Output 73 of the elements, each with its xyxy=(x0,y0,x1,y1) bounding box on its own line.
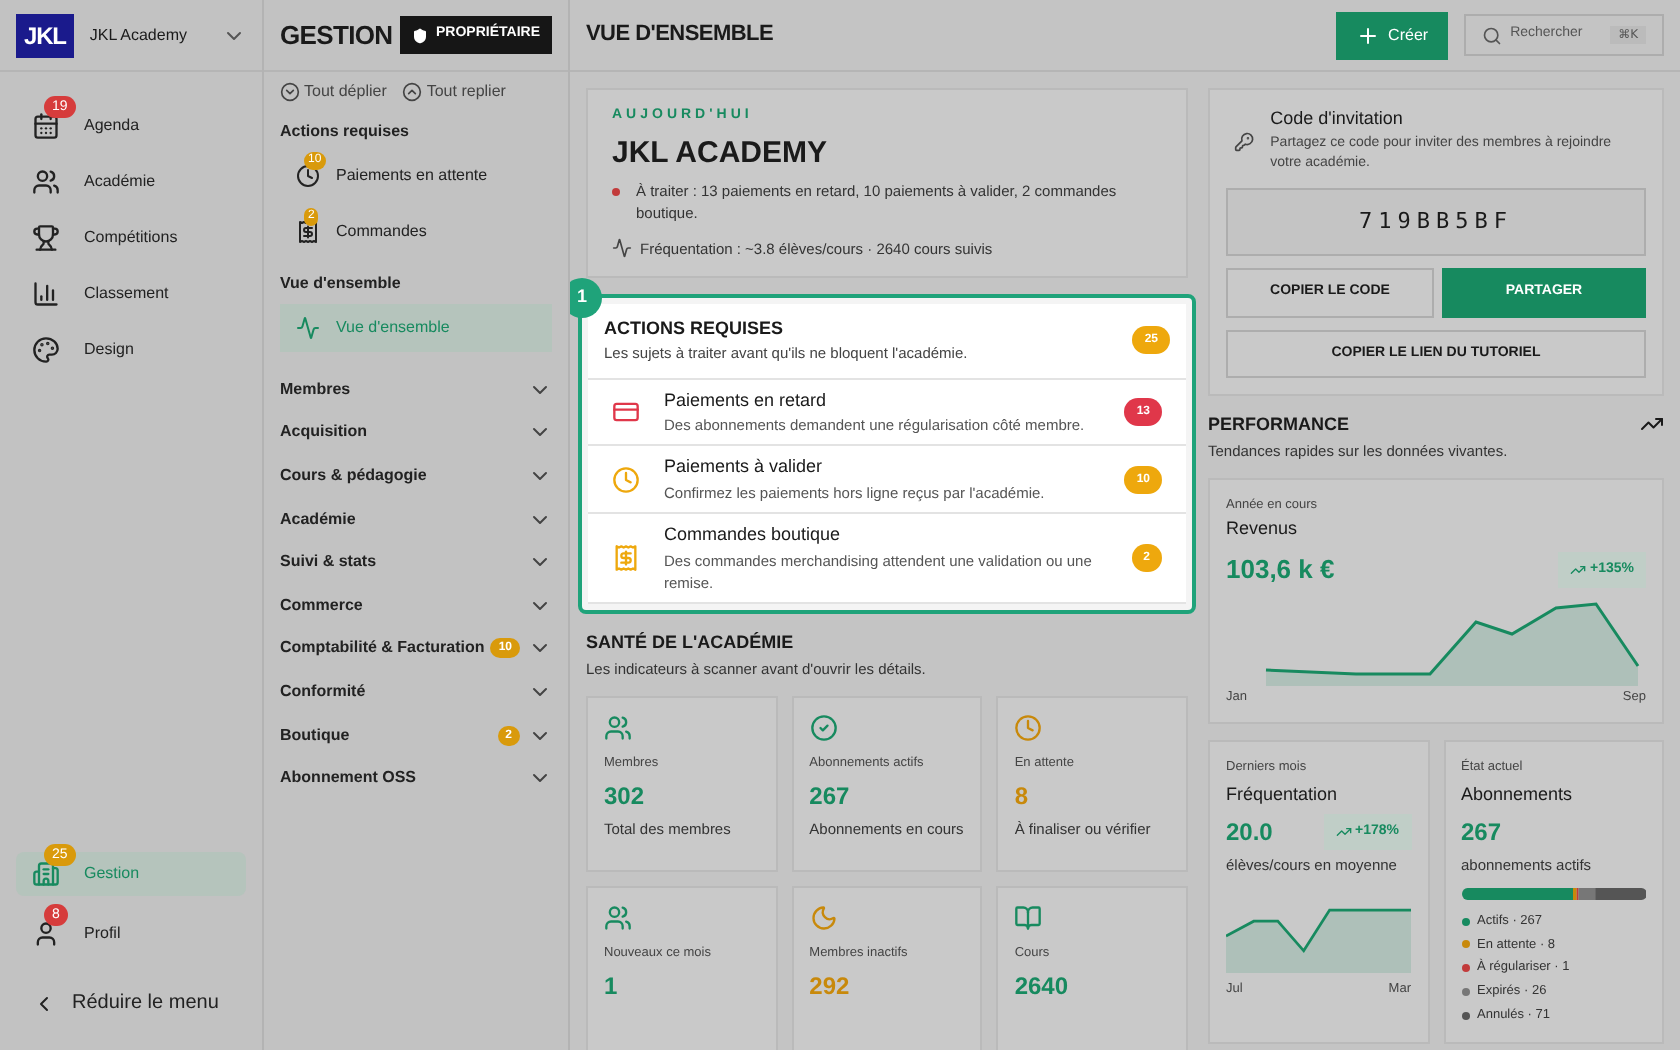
section-heading: SANTÉ DE L'ACADÉMIE xyxy=(586,630,796,656)
bar-chart-icon xyxy=(32,280,60,308)
trend-up-icon xyxy=(1570,561,1586,578)
credit-card-icon xyxy=(612,397,640,426)
stat-value: 1 xyxy=(604,971,620,999)
group-label: Actions requises xyxy=(280,120,411,144)
menu-group[interactable]: Cours & pédagogie xyxy=(280,454,552,498)
building-icon xyxy=(32,860,60,888)
menu-group[interactable]: Abonnement OSS xyxy=(280,756,552,800)
stat-value: 302 xyxy=(604,781,647,809)
pulse-icon xyxy=(296,316,320,340)
people-icon xyxy=(32,168,60,196)
menu-group[interactable]: Académie xyxy=(280,497,552,541)
nav-item[interactable]: Design xyxy=(16,328,246,372)
book-icon xyxy=(1014,903,1043,932)
chevron-circle-icon xyxy=(402,82,423,102)
clock-icon xyxy=(296,164,320,188)
action-title: Paiements en retard xyxy=(664,387,829,413)
pulse-icon xyxy=(612,238,632,259)
menu-group[interactable]: Suivi & stats xyxy=(280,540,552,584)
stat-value: 292 xyxy=(809,971,852,999)
search-icon xyxy=(1482,25,1503,45)
academy-title: JKL ACADEMY xyxy=(612,133,830,173)
section-heading: PERFORMANCE xyxy=(1208,412,1352,438)
expand-all-button[interactable]: Tout déplier xyxy=(280,80,387,104)
action-title: Commandes boutique xyxy=(664,522,843,548)
panel-title: ACTIONS REQUISES xyxy=(604,315,786,342)
moon-icon xyxy=(809,903,838,932)
card-title: Fréquentation xyxy=(1226,782,1340,808)
academy-name[interactable]: JKL Academy xyxy=(89,23,206,47)
check-circle-icon xyxy=(809,713,838,742)
trophy-icon xyxy=(32,224,60,252)
revenue-value: 103,6 k € xyxy=(1226,552,1335,588)
step-badge: 1 xyxy=(570,277,602,318)
academy-logo: JKL xyxy=(16,13,74,57)
attendance-value: 20.0 xyxy=(1226,815,1273,850)
menu-group[interactable]: Acquisition xyxy=(280,411,552,455)
nav-item[interactable]: Compétitions xyxy=(16,216,246,260)
nav-item[interactable]: Académie xyxy=(16,160,246,204)
create-button[interactable]: Créer xyxy=(1336,11,1449,59)
menu-group[interactable]: Commerce xyxy=(280,583,552,628)
trend-icon xyxy=(1640,412,1664,436)
action-title: Paiements à valider xyxy=(664,454,825,481)
trend-up-icon xyxy=(1335,823,1351,840)
collapse-all-button[interactable]: Tout replier xyxy=(402,80,506,104)
card-title: Revenus xyxy=(1226,515,1300,541)
receipt-icon xyxy=(612,544,640,572)
nav-item[interactable]: Classement xyxy=(16,272,246,316)
calendar-icon xyxy=(32,112,60,140)
people-icon xyxy=(604,903,632,932)
invite-title: Code d'invitation xyxy=(1270,106,1405,132)
stat-value: 8 xyxy=(1014,781,1031,809)
invite-code: 719BB5BF xyxy=(1226,187,1646,256)
menu-group[interactable]: Conformité xyxy=(280,670,552,714)
section-title: GESTION xyxy=(280,17,393,54)
stat-value: 267 xyxy=(809,781,852,809)
group-label: Vue d'ensemble xyxy=(280,272,403,296)
shield-icon xyxy=(412,27,428,43)
clock-icon xyxy=(612,465,640,494)
collapse-menu-link[interactable]: Réduire le menu xyxy=(0,972,262,1050)
stat-value: 2640 xyxy=(1014,971,1071,999)
clock-icon xyxy=(1014,713,1043,742)
subscriptions-value: 267 xyxy=(1461,815,1504,849)
people-icon xyxy=(604,713,632,742)
key-icon xyxy=(1234,130,1255,154)
user-icon xyxy=(32,920,60,948)
receipt-icon xyxy=(296,220,320,244)
page-title: VUE D'ENSEMBLE xyxy=(586,20,776,51)
palette-icon xyxy=(32,336,60,364)
plus-icon xyxy=(1356,23,1381,47)
card-title: Abonnements xyxy=(1461,782,1575,808)
menu-group[interactable]: Membres xyxy=(280,368,552,412)
chevron-circle-icon xyxy=(280,82,300,102)
